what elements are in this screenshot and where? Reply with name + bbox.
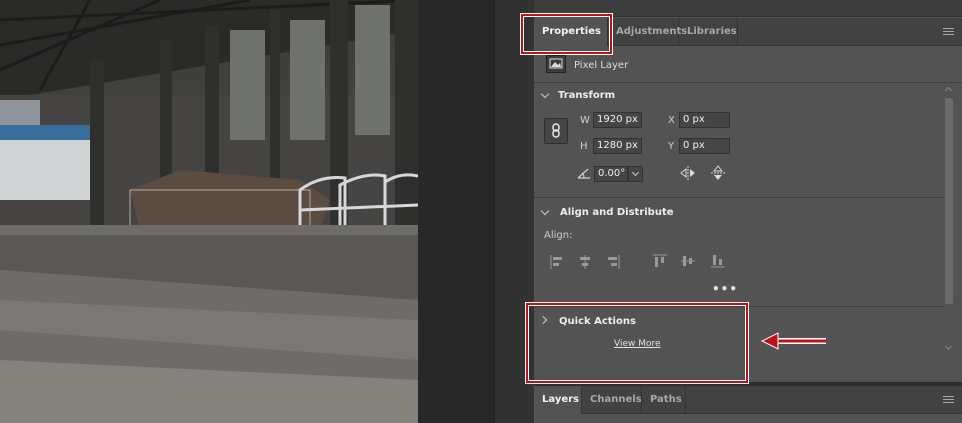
align-collapse-icon[interactable] (540, 206, 550, 216)
x-position-field[interactable]: 0 px (679, 112, 730, 128)
angle-dropdown[interactable] (628, 166, 643, 182)
tab-paths[interactable]: Paths (642, 386, 686, 414)
tab-layers[interactable]: Layers (534, 386, 582, 414)
transform-title[interactable]: Transform (558, 90, 615, 101)
pixel-layer-icon (546, 55, 566, 73)
red-arrow-icon (760, 332, 826, 350)
scroll-down-icon[interactable] (944, 342, 953, 351)
angle-field[interactable]: 0.00° (594, 166, 628, 182)
section-divider (534, 197, 944, 198)
layer-type-label: Pixel Layer (574, 60, 629, 71)
tab-adjustments[interactable]: Adjustments (608, 18, 687, 46)
flip-vertical-icon[interactable] (710, 165, 726, 181)
x-label: X (668, 115, 675, 126)
width-label: W (580, 115, 590, 126)
chevron-down-icon (631, 168, 640, 177)
workspace-gutter (418, 0, 494, 423)
y-label: Y (668, 141, 675, 152)
scrollbar-thumb[interactable] (945, 98, 953, 304)
document-canvas[interactable] (0, 0, 418, 423)
transform-collapse-icon[interactable] (540, 89, 550, 99)
width-field[interactable]: 1920 px (593, 112, 642, 128)
height-field[interactable]: 1280 px (593, 138, 642, 154)
more-options-icon[interactable]: ••• (712, 282, 738, 296)
scroll-up-icon[interactable] (944, 86, 953, 95)
angle-icon (577, 168, 590, 179)
tab-libraries[interactable]: Libraries (679, 18, 738, 46)
highlight-quick-actions (526, 303, 748, 383)
link-dimensions-button[interactable] (544, 118, 568, 144)
layers-tabbar: Layers Channels Paths (534, 386, 962, 414)
align-right-edges-icon[interactable] (606, 254, 620, 270)
align-label: Align: (544, 230, 573, 241)
align-left-edges-icon[interactable] (550, 254, 564, 270)
align-bottom-edges-icon[interactable] (710, 254, 726, 268)
panel-menu-icon[interactable] (943, 28, 954, 35)
align-title[interactable]: Align and Distribute (560, 207, 674, 218)
align-top-edges-icon[interactable] (652, 254, 668, 268)
layers-panel-body (534, 414, 962, 423)
warehouse-photo (0, 0, 418, 423)
align-horizontal-centers-icon[interactable] (578, 254, 592, 270)
tab-channels[interactable]: Channels (582, 386, 642, 414)
align-vertical-centers-icon[interactable] (680, 254, 696, 268)
panel-scrollbar[interactable] (944, 84, 954, 358)
height-label: H (580, 141, 588, 152)
chain-link-icon (552, 123, 560, 138)
y-position-field[interactable]: 0 px (679, 138, 730, 154)
flip-horizontal-icon[interactable] (680, 165, 696, 181)
highlight-properties-tab (521, 14, 612, 54)
layers-panel-menu-icon[interactable] (943, 396, 954, 403)
